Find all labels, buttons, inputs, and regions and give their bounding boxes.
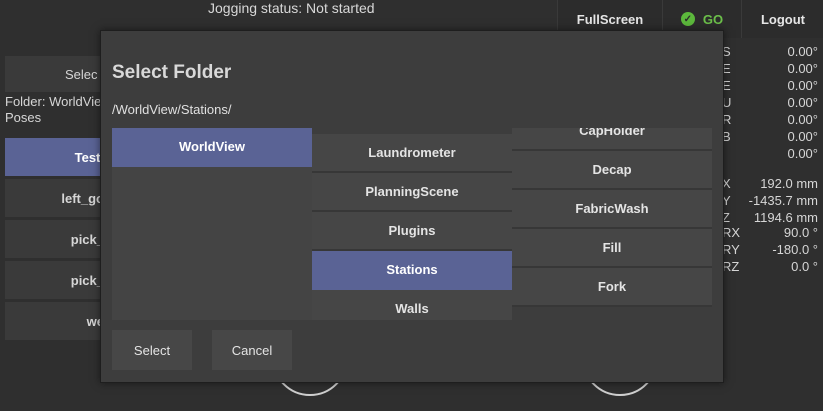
- select-button[interactable]: Select: [112, 330, 192, 370]
- joint-value: 0.00°: [787, 44, 818, 59]
- folder-column-3[interactable]: CapHolder Decap FabricWash Fill Fork: [512, 128, 712, 320]
- pose-value: 90.0 °: [783, 225, 818, 240]
- select-folder-label: Selec: [65, 66, 98, 82]
- folder-item[interactable]: Laundrometer: [312, 134, 512, 173]
- dialog-title: Select Folder: [112, 62, 232, 83]
- jogging-status: Jogging status: Not started: [208, 0, 375, 16]
- folder-label: Folder: WorldVie: [5, 94, 102, 109]
- joint-value: 0.00°: [787, 95, 818, 110]
- list-item[interactable]: we: [5, 302, 110, 340]
- pose-label: RZ: [722, 259, 740, 274]
- joint-value: 0.00°: [787, 112, 818, 127]
- pose-value: -1435.7 mm: [748, 193, 818, 208]
- folder-item-worldview[interactable]: WorldView: [112, 128, 312, 167]
- cancel-button[interactable]: Cancel: [212, 330, 292, 370]
- go-label: GO: [702, 11, 724, 27]
- joint-value: 0.00°: [787, 129, 818, 144]
- dialog-path: /WorldView/Stations/: [112, 102, 232, 117]
- list-item[interactable]: pick_: [5, 220, 110, 258]
- folder-item[interactable]: Fill: [512, 229, 712, 268]
- list-item[interactable]: TestI: [5, 138, 110, 176]
- folder-item[interactable]: Fork: [512, 268, 712, 307]
- folder-item[interactable]: Decap: [512, 151, 712, 190]
- select-folder-dialog: Select Folder /WorldView/Stations/ World…: [100, 30, 724, 383]
- pose-value: 0.0 °: [791, 259, 818, 274]
- pose-label: RY: [722, 242, 740, 257]
- joint-value: 0.00°: [787, 146, 818, 161]
- pose-label: RX: [722, 225, 741, 240]
- pose-value: 192.0 mm: [760, 176, 818, 191]
- pose-list: TestI left_go pick_ pick_ we: [5, 138, 110, 343]
- folder-item[interactable]: PlanningScene: [312, 173, 512, 212]
- pose-value: 1194.6 mm: [753, 210, 818, 225]
- list-item[interactable]: left_go: [5, 179, 110, 217]
- folder-path: Folder: WorldVie Poses: [5, 94, 110, 126]
- folder-item[interactable]: Walls: [312, 290, 512, 320]
- folder-item[interactable]: FabricWash: [512, 190, 712, 229]
- folder-sub: Poses: [5, 110, 42, 125]
- pose-value: -180.0 °: [772, 242, 818, 257]
- joint-value: 0.00°: [787, 78, 818, 93]
- folder-column-2[interactable]: Laundrometer PlanningScene Plugins Stati…: [312, 128, 512, 320]
- check-circle-icon: ✓: [680, 12, 695, 26]
- joint-value: 0.00°: [787, 61, 818, 76]
- folder-item[interactable]: CapHolder: [512, 128, 712, 151]
- folder-column-1: WorldView: [112, 128, 312, 320]
- folder-item-selected[interactable]: Stations: [312, 251, 512, 290]
- list-item[interactable]: pick_: [5, 261, 110, 299]
- logout-button[interactable]: Logout: [741, 0, 823, 38]
- select-folder-button[interactable]: Selec: [5, 56, 110, 92]
- folder-item[interactable]: Plugins: [312, 212, 512, 251]
